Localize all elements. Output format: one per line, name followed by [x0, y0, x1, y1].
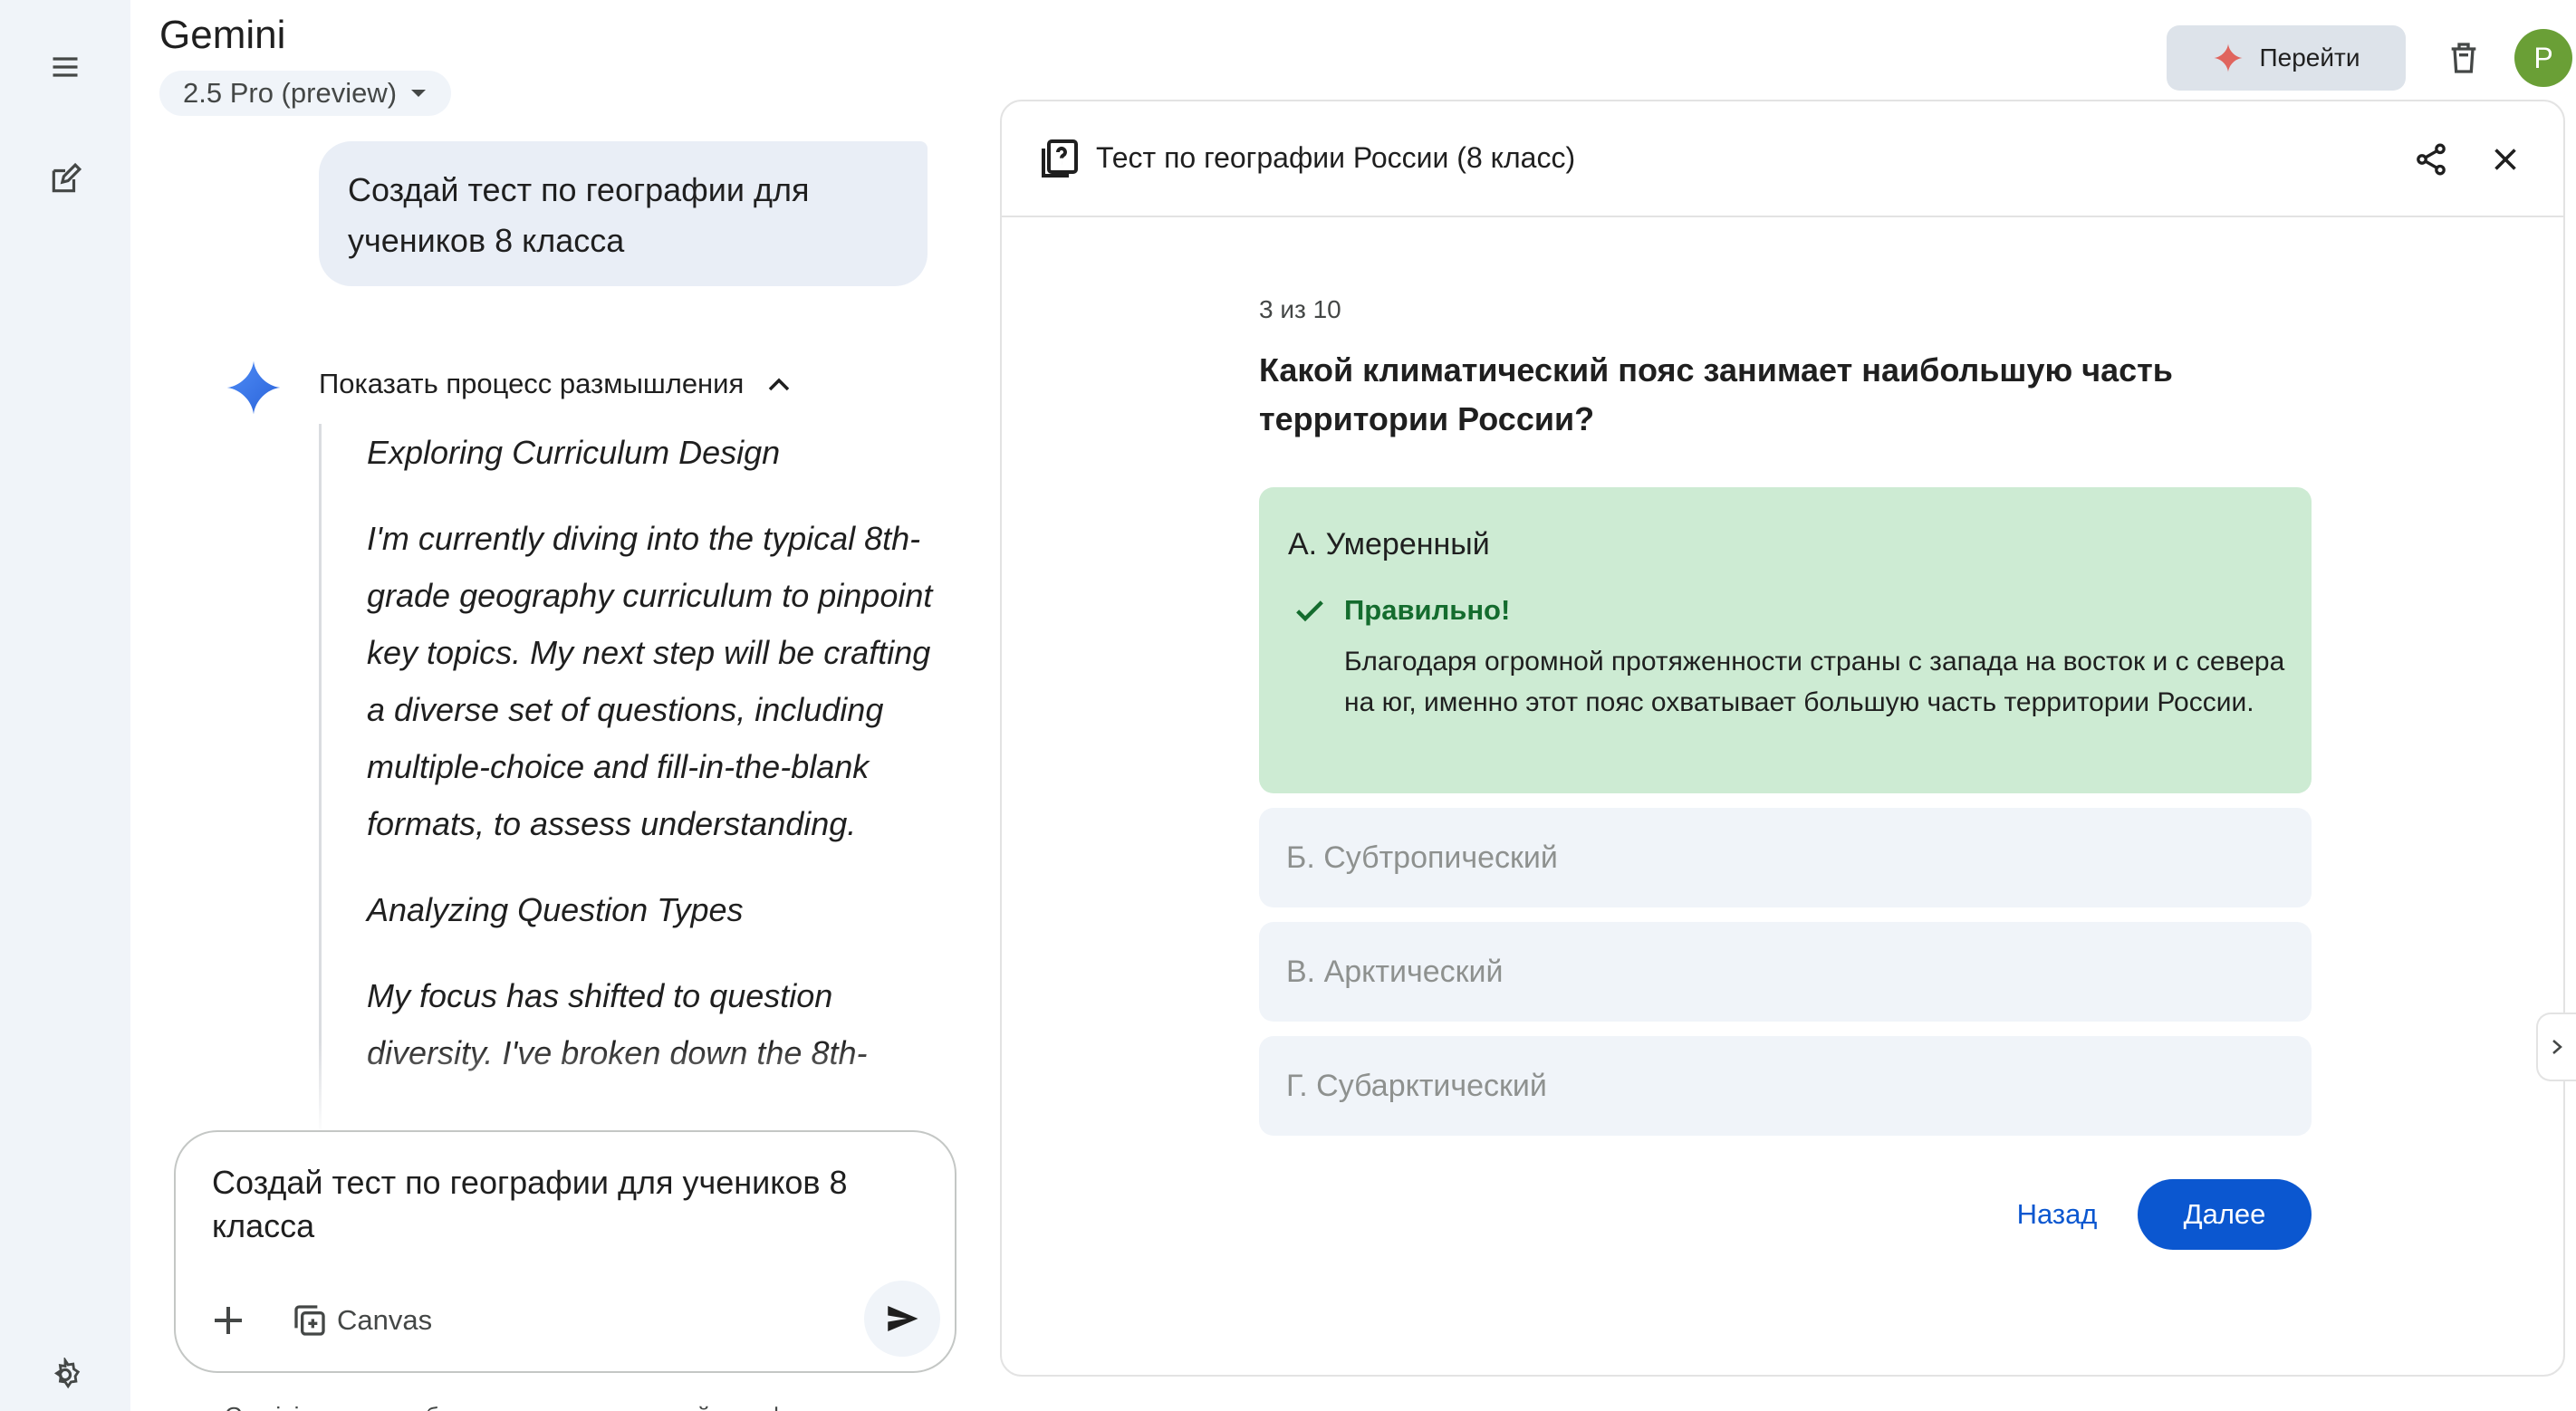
question-text: Какой климатический пояс занимает наибол…: [1259, 351, 2173, 437]
checkmark-icon: [1292, 592, 1328, 629]
panel-title: Тест по географии России (8 класс): [1096, 141, 1576, 174]
disclaimer-text: Gemini может ошибаться, поэтому проверяй…: [225, 1402, 886, 1411]
share-icon[interactable]: [2406, 134, 2456, 185]
menu-icon[interactable]: [40, 42, 91, 92]
quiz-doc-icon: [1038, 138, 1081, 181]
caret-down-icon: [411, 90, 427, 97]
model-selector[interactable]: 2.5 Pro (preview): [159, 71, 452, 116]
answer-option[interactable]: В. Арктический: [1259, 922, 2312, 1022]
feedback-title: Правильно!: [1344, 594, 1511, 626]
canvas-panel: Тест по географии России (8 класс) 3 из …: [1000, 100, 2565, 1377]
next-button[interactable]: Далее: [2138, 1179, 2312, 1250]
settings-icon[interactable]: [40, 1349, 91, 1400]
new-chat-icon[interactable]: [40, 154, 91, 205]
side-rail: [0, 0, 130, 1411]
user-message: Создай тест по географии для учеников 8 …: [319, 141, 928, 286]
canvas-icon: [294, 1305, 325, 1336]
delete-icon[interactable]: [2438, 33, 2489, 83]
answer-option-correct[interactable]: А. Умеренный Правильно! Благодаря огромн…: [1259, 487, 2312, 793]
close-icon[interactable]: [2480, 134, 2531, 185]
gemini-sparkle-icon: [225, 359, 283, 417]
avatar[interactable]: P: [2514, 29, 2572, 87]
panel-header: Тест по географии России (8 класс): [1002, 101, 2563, 217]
expand-side-tab[interactable]: [2536, 1013, 2576, 1081]
canvas-label: Canvas: [337, 1304, 433, 1336]
chevron-up-icon: [769, 378, 790, 391]
scroll-fade: [317, 1041, 969, 1132]
feedback-text: Благодаря огромной протяженности страны …: [1344, 647, 2285, 717]
go-button[interactable]: Перейти: [2167, 25, 2406, 91]
sparkle-icon: [2213, 43, 2243, 72]
go-button-label: Перейти: [2259, 43, 2360, 72]
answer-option[interactable]: Б. Субтропический: [1259, 808, 2312, 907]
model-label: 2.5 Pro (preview): [183, 77, 398, 109]
thinking-panel: Exploring Curriculum Design I'm currentl…: [319, 424, 953, 1130]
add-icon[interactable]: [203, 1295, 254, 1346]
thinking-heading: Exploring Curriculum Design: [367, 434, 781, 471]
answer-option-label: А. Умеренный: [1288, 527, 1490, 562]
canvas-button[interactable]: Canvas: [292, 1297, 432, 1344]
prompt-input[interactable]: Создай тест по географии для учеников 8 …: [174, 1130, 956, 1373]
question-progress: 3 из 10: [1259, 295, 1341, 323]
answer-option[interactable]: Г. Субарктический: [1259, 1036, 2312, 1136]
app-title: Gemini: [159, 13, 286, 57]
show-thinking-label: Показать процесс размышления: [319, 368, 745, 399]
show-thinking-toggle[interactable]: Показать процесс размышления: [319, 368, 791, 400]
thinking-paragraph: I'm currently diving into the typical 8t…: [367, 520, 933, 842]
chevron-right-icon: [2552, 1040, 2562, 1054]
back-button[interactable]: Назад: [1998, 1179, 2116, 1250]
send-icon: [888, 1306, 918, 1331]
prompt-text[interactable]: Создай тест по географии для учеников 8 …: [212, 1161, 918, 1248]
thinking-heading: Analyzing Question Types: [367, 891, 744, 928]
send-button[interactable]: [864, 1281, 940, 1357]
